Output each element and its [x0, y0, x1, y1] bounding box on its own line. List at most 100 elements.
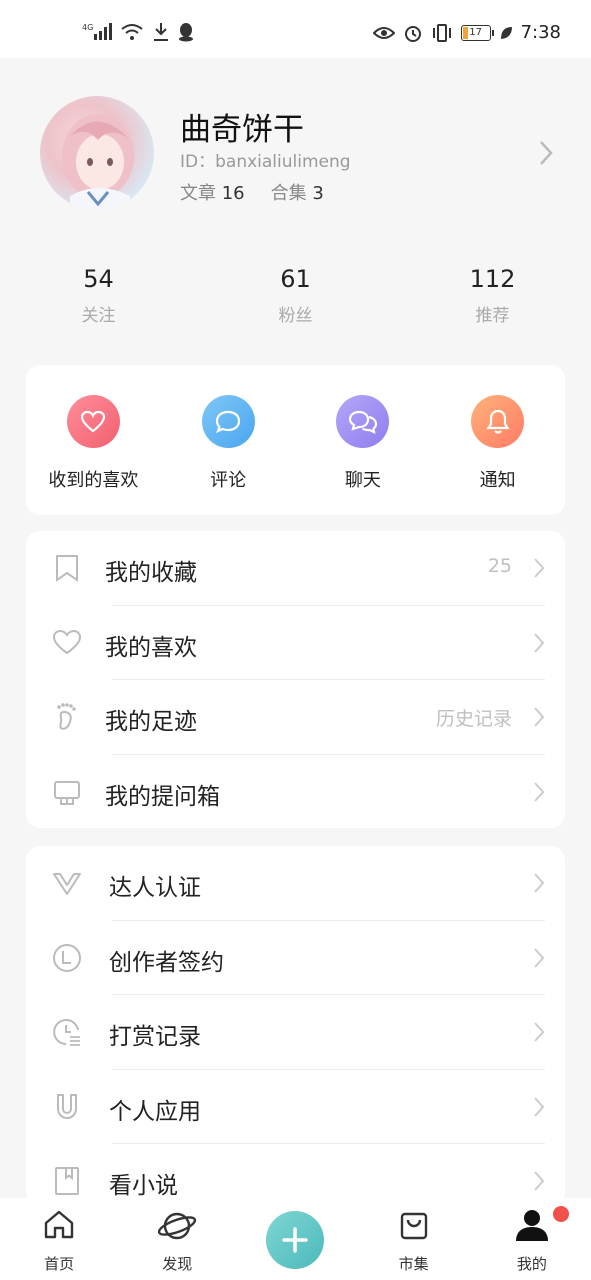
- chevron-right-icon: [534, 873, 545, 893]
- add-button[interactable]: [266, 1211, 324, 1269]
- battery-icon: 17: [460, 24, 494, 41]
- profile-id-label: ID：: [180, 152, 216, 172]
- person-icon: [515, 1210, 548, 1241]
- stat-following[interactable]: 54 关注: [0, 265, 197, 345]
- tab-label: 市集: [398, 1255, 429, 1273]
- heart-icon: [66, 395, 120, 448]
- network-type: 4G: [82, 23, 93, 32]
- collections-count-item[interactable]: 合集 3: [271, 179, 324, 205]
- profile-header[interactable]: 曲奇饼干 ID：banxialiulimeng 文章 16 合集 3: [0, 58, 591, 238]
- articles-label: 文章: [180, 183, 216, 204]
- my-content-list: 我的收藏 25 我的喜欢 我的足迹 历史记录 我的提问箱: [26, 531, 565, 828]
- list-item-novels[interactable]: 看小说: [26, 1144, 565, 1206]
- quick-actions-card: 收到的喜欢 评论 聊天 通知: [26, 365, 565, 515]
- list-item-footprints[interactable]: 我的足迹 历史记录: [26, 680, 565, 755]
- contract-icon: [53, 943, 81, 972]
- profile-name: 曲奇饼干: [180, 112, 304, 148]
- status-time: 7:38: [520, 22, 561, 43]
- list-item-label: 我的喜欢: [105, 634, 197, 661]
- profile-id-value: banxialiulimeng: [215, 152, 351, 172]
- tab-market[interactable]: 市集: [355, 1198, 473, 1280]
- chat-icon: [336, 395, 390, 448]
- chevron-right-icon: [534, 1171, 545, 1191]
- tab-label: 我的: [516, 1255, 547, 1273]
- services-list: 达人认证 创作者签约 打赏记录 个人应用 看小说: [26, 846, 565, 1206]
- list-item-creator-contract[interactable]: 创作者签约: [26, 921, 565, 995]
- signal-icon: 4G: [82, 23, 112, 40]
- tab-discover[interactable]: 发现: [118, 1198, 236, 1280]
- chevron-right-icon: [534, 707, 545, 727]
- stat-value: 54: [83, 265, 114, 293]
- notification-badge: [553, 1206, 569, 1222]
- list-item-verification[interactable]: 达人认证: [26, 846, 565, 921]
- tab-label: 首页: [44, 1255, 75, 1273]
- chevron-right-icon: [534, 1022, 545, 1042]
- wifi-icon: [121, 24, 143, 40]
- quick-action-label: 评论: [210, 470, 247, 491]
- status-bar-left: 4G: [82, 22, 194, 42]
- avatar[interactable]: [40, 96, 154, 210]
- heart-outline-icon: [52, 629, 82, 654]
- comment-icon: [201, 395, 255, 448]
- battery-level: 17: [469, 26, 482, 38]
- collections-count: 3: [312, 183, 324, 204]
- list-item-question-box[interactable]: 我的提问箱: [26, 755, 565, 830]
- alarm-icon: [404, 25, 421, 42]
- quick-action-label: 聊天: [344, 470, 381, 491]
- quick-action-notifications[interactable]: 通知: [430, 365, 565, 515]
- quick-action-likes-received[interactable]: 收到的喜欢: [26, 365, 161, 515]
- chevron-right-icon: [534, 558, 545, 578]
- chevron-right-icon: [534, 947, 545, 968]
- stat-label: 粉丝: [278, 306, 313, 326]
- eye-icon: [372, 26, 395, 39]
- status-bar-right: 17 7:38: [372, 22, 561, 43]
- list-item-label: 打赏记录: [109, 1024, 201, 1050]
- vibrate-icon: [432, 23, 451, 42]
- stat-recommend[interactable]: 112 推荐: [394, 265, 591, 345]
- magnet-icon: [57, 1093, 77, 1119]
- qq-icon: [179, 23, 193, 42]
- list-item-reward-records[interactable]: 打赏记录: [26, 995, 565, 1070]
- tab-me[interactable]: 我的: [473, 1198, 591, 1280]
- list-item-label: 我的足迹: [105, 709, 197, 735]
- list-item-personal-apps[interactable]: 个人应用: [26, 1070, 565, 1144]
- articles-count: 16: [221, 183, 245, 204]
- list-item-label: 看小说: [109, 1173, 178, 1199]
- stat-label: 推荐: [475, 306, 510, 326]
- bell-icon: [471, 395, 525, 448]
- quick-action-comments[interactable]: 评论: [161, 365, 296, 515]
- download-icon: [154, 23, 168, 41]
- tab-home[interactable]: 首页: [0, 1198, 118, 1280]
- list-item-likes[interactable]: 我的喜欢: [26, 606, 565, 680]
- question-box-icon: [54, 780, 80, 805]
- list-item-label: 我的收藏: [105, 560, 197, 586]
- shopping-bag-icon: [400, 1212, 427, 1240]
- list-item-label: 创作者签约: [109, 949, 224, 976]
- add-icon: [282, 1227, 308, 1253]
- planet-icon: [158, 1212, 197, 1240]
- favorites-count: 25: [487, 555, 512, 577]
- collections-label: 合集: [270, 183, 307, 204]
- bookmark-icon: [56, 555, 78, 582]
- stat-value: 112: [469, 265, 516, 293]
- profile-id: ID：banxialiulimeng: [180, 147, 351, 172]
- articles-count-item[interactable]: 文章 16: [180, 179, 245, 205]
- quick-action-label: 收到的喜欢: [48, 470, 139, 491]
- home-icon: [44, 1210, 74, 1239]
- leaf-icon: [500, 26, 512, 39]
- profile-stats: 54 关注 61 粉丝 112 推荐: [0, 265, 591, 345]
- book-icon: [55, 1167, 79, 1195]
- avatar-illustration: [62, 114, 134, 210]
- quick-action-label: 通知: [479, 470, 516, 491]
- chevron-right-icon: [534, 632, 545, 653]
- chevron-right-icon: [534, 781, 545, 802]
- footprint-icon: [57, 703, 76, 730]
- v-badge-icon: [53, 873, 81, 895]
- quick-action-chat[interactable]: 聊天: [296, 365, 431, 515]
- stat-fans[interactable]: 61 粉丝: [197, 265, 394, 345]
- chevron-right-icon[interactable]: [539, 140, 553, 166]
- chevron-right-icon: [534, 1096, 545, 1117]
- list-item-favorites[interactable]: 我的收藏 25: [26, 531, 565, 606]
- reward-record-icon: [53, 1019, 80, 1046]
- profile-counts: 文章 16 合集 3: [180, 179, 324, 205]
